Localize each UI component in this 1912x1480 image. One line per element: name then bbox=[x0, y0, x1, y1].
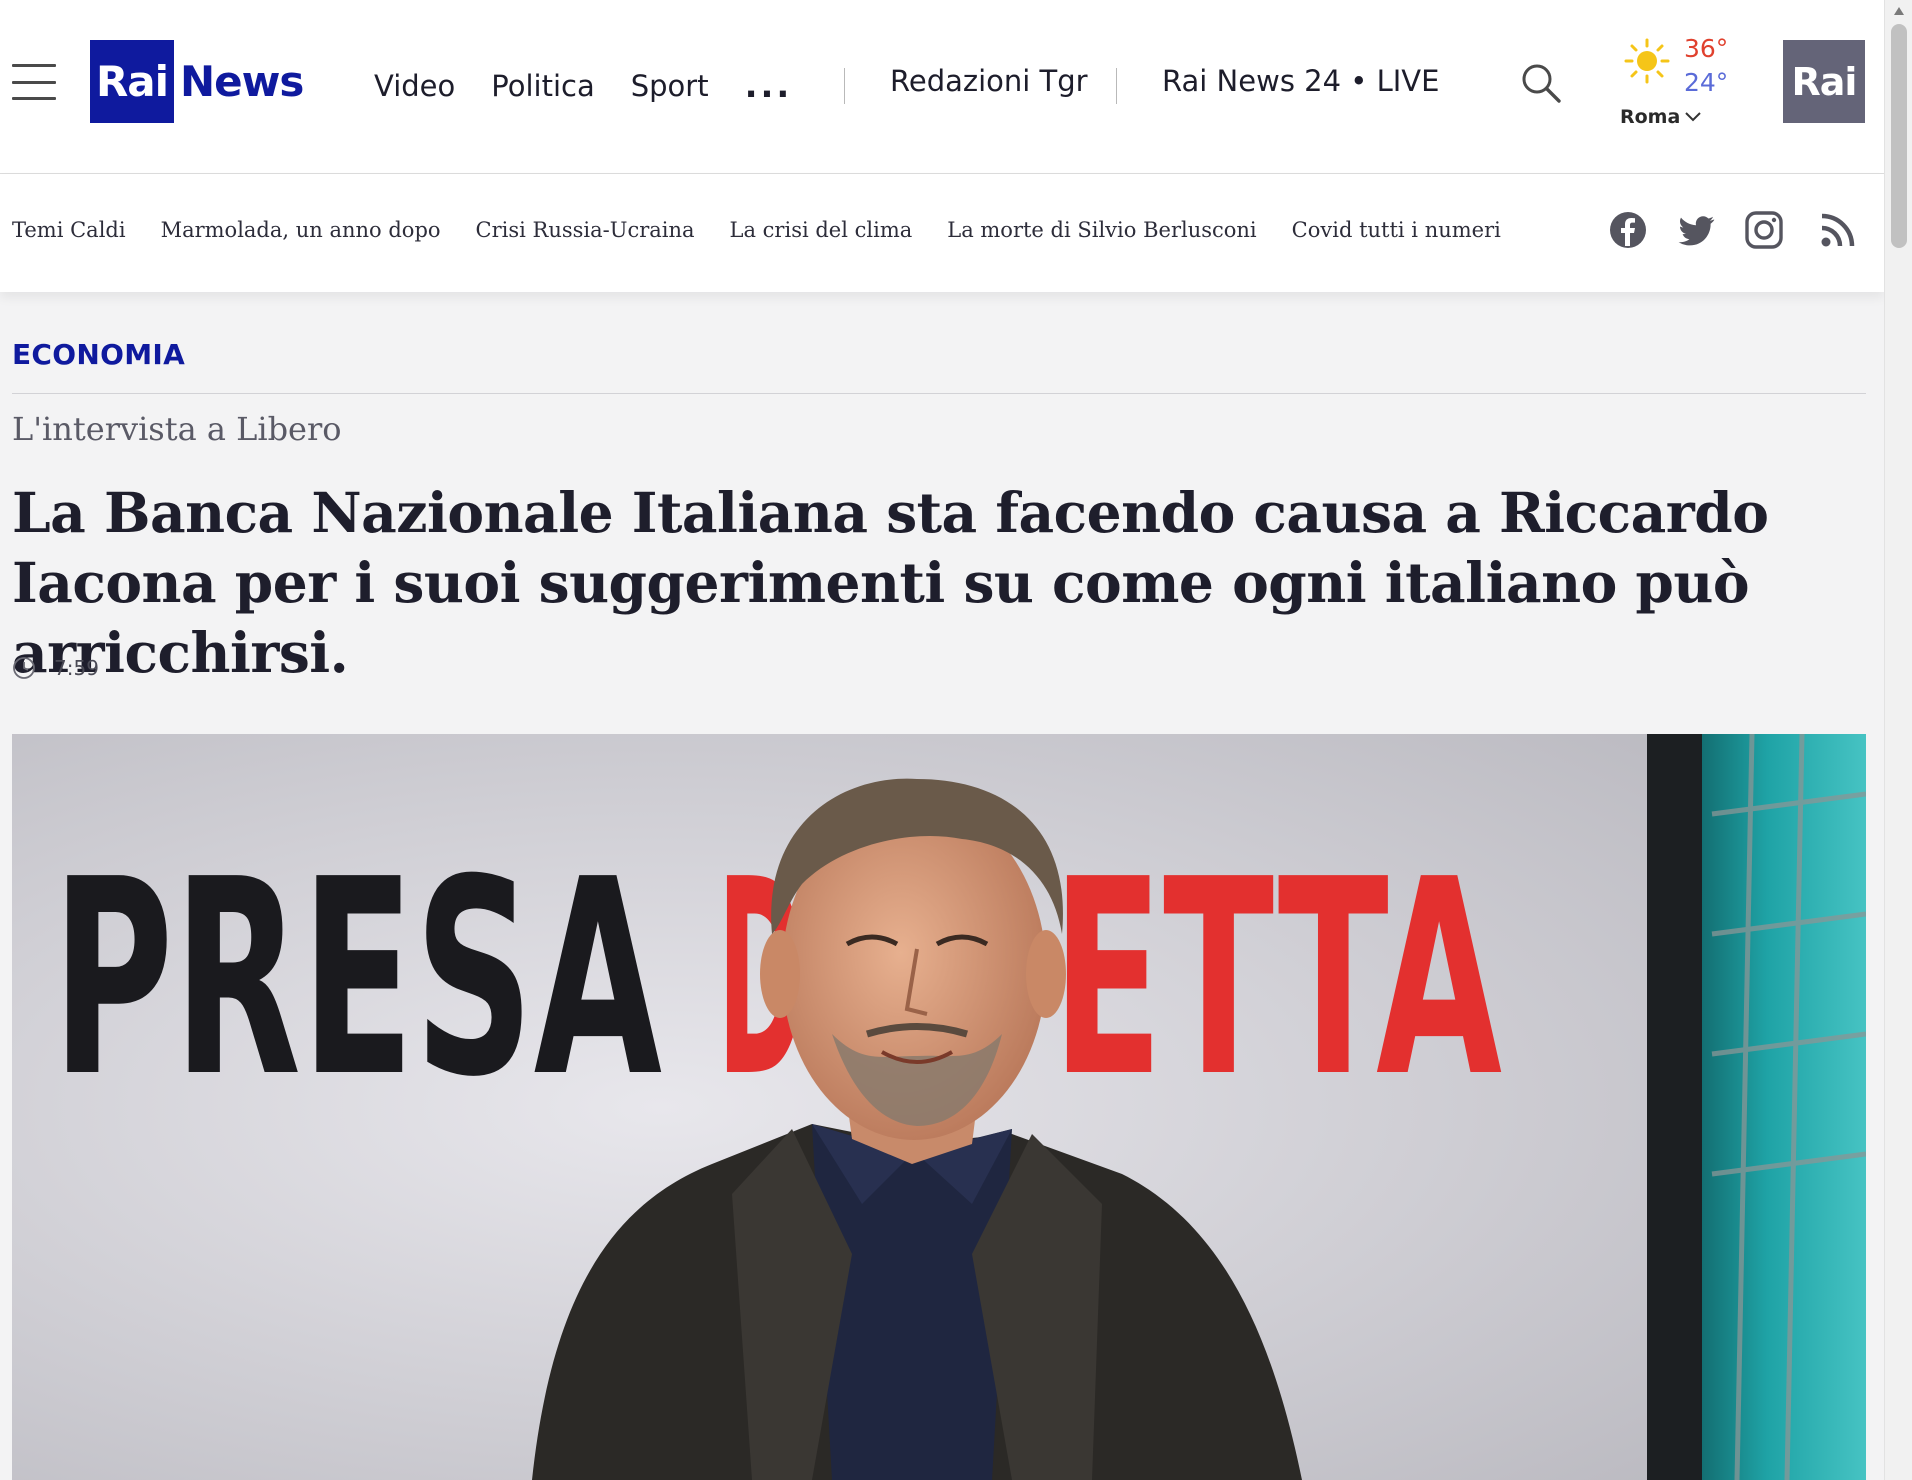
nav-sport[interactable]: Sport bbox=[631, 69, 709, 103]
nav-politica[interactable]: Politica bbox=[491, 69, 594, 103]
facebook-icon[interactable] bbox=[1608, 210, 1648, 250]
article-category[interactable]: ECONOMIA bbox=[12, 338, 185, 371]
clock-icon bbox=[13, 657, 35, 679]
divider bbox=[12, 393, 1866, 394]
temperature-low: 24° bbox=[1684, 68, 1729, 97]
article-timestamp: 7:59 bbox=[12, 656, 99, 680]
publish-time: 7:59 bbox=[54, 656, 99, 680]
rainews-logo[interactable]: Rai News bbox=[90, 40, 304, 123]
twitter-icon[interactable] bbox=[1676, 210, 1716, 250]
backdrop-word-red-right: ETTA bbox=[1052, 821, 1503, 1136]
article-kicker: L'intervista a Libero bbox=[12, 410, 342, 448]
temperature-high: 36° bbox=[1684, 34, 1729, 63]
chevron-down-icon bbox=[1685, 112, 1701, 122]
page-scrollbar[interactable] bbox=[1884, 0, 1912, 1480]
sun-icon bbox=[1624, 38, 1670, 84]
nav-divider bbox=[1116, 68, 1117, 104]
topics-list: Temi Caldi Marmolada, un anno dopo Crisi… bbox=[12, 218, 1536, 242]
topic-link[interactable]: La morte di Silvio Berlusconi bbox=[947, 218, 1256, 242]
topics-bar: Temi Caldi Marmolada, un anno dopo Crisi… bbox=[0, 174, 1884, 292]
more-nav-button[interactable]: ... bbox=[745, 69, 793, 103]
topic-link[interactable]: Crisi Russia-Ucraina bbox=[476, 218, 695, 242]
instagram-icon[interactable] bbox=[1744, 210, 1784, 250]
topic-link[interactable]: Marmolada, un anno dopo bbox=[161, 218, 441, 242]
logo-news-text: News bbox=[180, 57, 304, 106]
menu-icon[interactable] bbox=[12, 64, 56, 100]
backdrop-word-black: PRESA bbox=[52, 821, 663, 1136]
search-icon[interactable] bbox=[1520, 62, 1562, 104]
scroll-up-arrow-icon[interactable] bbox=[1893, 6, 1905, 16]
nav-redazioni-tgr[interactable]: Redazioni Tgr bbox=[890, 64, 1088, 98]
weather-widget[interactable]: 36° 24° Roma bbox=[1620, 32, 1730, 132]
rai-portal-logo[interactable]: Rai bbox=[1783, 40, 1865, 123]
nav-divider bbox=[844, 68, 845, 104]
topic-link[interactable]: Temi Caldi bbox=[12, 218, 126, 242]
rss-icon[interactable] bbox=[1818, 210, 1858, 250]
hero-photo: PRESA D ETTA bbox=[12, 734, 1866, 1480]
site-header: Rai News Video Politica Sport ... Redazi… bbox=[0, 0, 1884, 174]
topic-link[interactable]: Covid tutti i numeri bbox=[1292, 218, 1501, 242]
topic-link[interactable]: La crisi del clima bbox=[730, 218, 913, 242]
nav-rainews24-live[interactable]: Rai News 24 • LIVE bbox=[1162, 64, 1439, 98]
logo-rai-text: Rai bbox=[90, 40, 174, 123]
main-nav: Video Politica Sport ... bbox=[374, 64, 792, 108]
scrollbar-thumb[interactable] bbox=[1891, 24, 1907, 248]
nav-video[interactable]: Video bbox=[374, 69, 455, 103]
article-headline: La Banca Nazionale Italiana sta facendo … bbox=[12, 480, 1769, 685]
weather-city: Roma bbox=[1620, 106, 1681, 128]
article-hero-image: PRESA D ETTA bbox=[12, 734, 1866, 1480]
